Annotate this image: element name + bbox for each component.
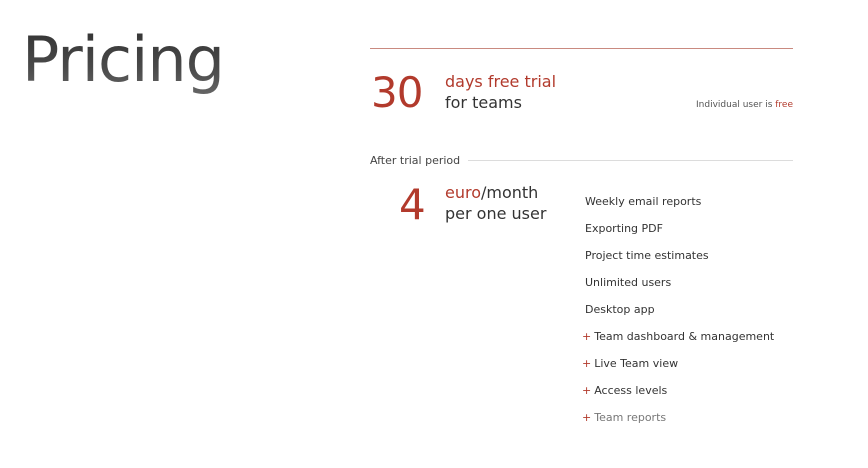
feature-item: Unlimited users (582, 269, 774, 296)
feature-item: Desktop app (582, 296, 774, 323)
plus-icon: + (582, 357, 592, 370)
price-period: /month (481, 183, 539, 202)
feature-label: Unlimited users (585, 276, 672, 289)
price-currency: euro (445, 183, 481, 202)
feature-list: Weekly email reports Exporting PDF Proje… (582, 188, 774, 431)
feature-item: + Team dashboard & management (582, 323, 774, 350)
individual-note-text: Individual user is (696, 100, 776, 110)
trial-days-number: 30 (371, 68, 423, 117)
price-description: euro/month per one user (445, 182, 546, 224)
feature-item: Exporting PDF (582, 215, 774, 242)
price-line-2: per one user (445, 204, 547, 223)
plus-icon: + (582, 411, 592, 424)
page-title: Pricing (22, 20, 225, 100)
feature-label: Project time estimates (585, 249, 709, 262)
feature-item: Project time estimates (582, 242, 774, 269)
trial-line-2: for teams (445, 93, 522, 112)
feature-label: Weekly email reports (585, 195, 702, 208)
after-trial-label: After trial period (370, 153, 461, 167)
feature-item: + Live Team view (582, 350, 774, 377)
feature-label: Team reports (594, 411, 667, 424)
feature-label: Live Team view (594, 357, 679, 370)
individual-note-free: free (775, 100, 793, 110)
individual-user-note: Individual user is free (696, 99, 793, 111)
feature-item: + Access levels (582, 377, 774, 404)
feature-label: Access levels (594, 384, 668, 397)
feature-label: Exporting PDF (585, 222, 663, 235)
plus-icon: + (582, 330, 592, 343)
price-line-1: euro/month (445, 182, 546, 203)
feature-label: Team dashboard & management (594, 330, 775, 343)
after-trial-divider (468, 159, 793, 161)
top-divider (370, 48, 793, 49)
feature-item: + Team reports (582, 404, 774, 431)
trial-description: days free trial for teams (445, 71, 556, 113)
after-trial-header: After trial period (370, 152, 793, 168)
price-number: 4 (399, 180, 426, 229)
feature-item: Weekly email reports (582, 188, 774, 215)
trial-line-1: days free trial (445, 72, 557, 91)
plus-icon: + (582, 384, 592, 397)
feature-label: Desktop app (585, 303, 655, 316)
